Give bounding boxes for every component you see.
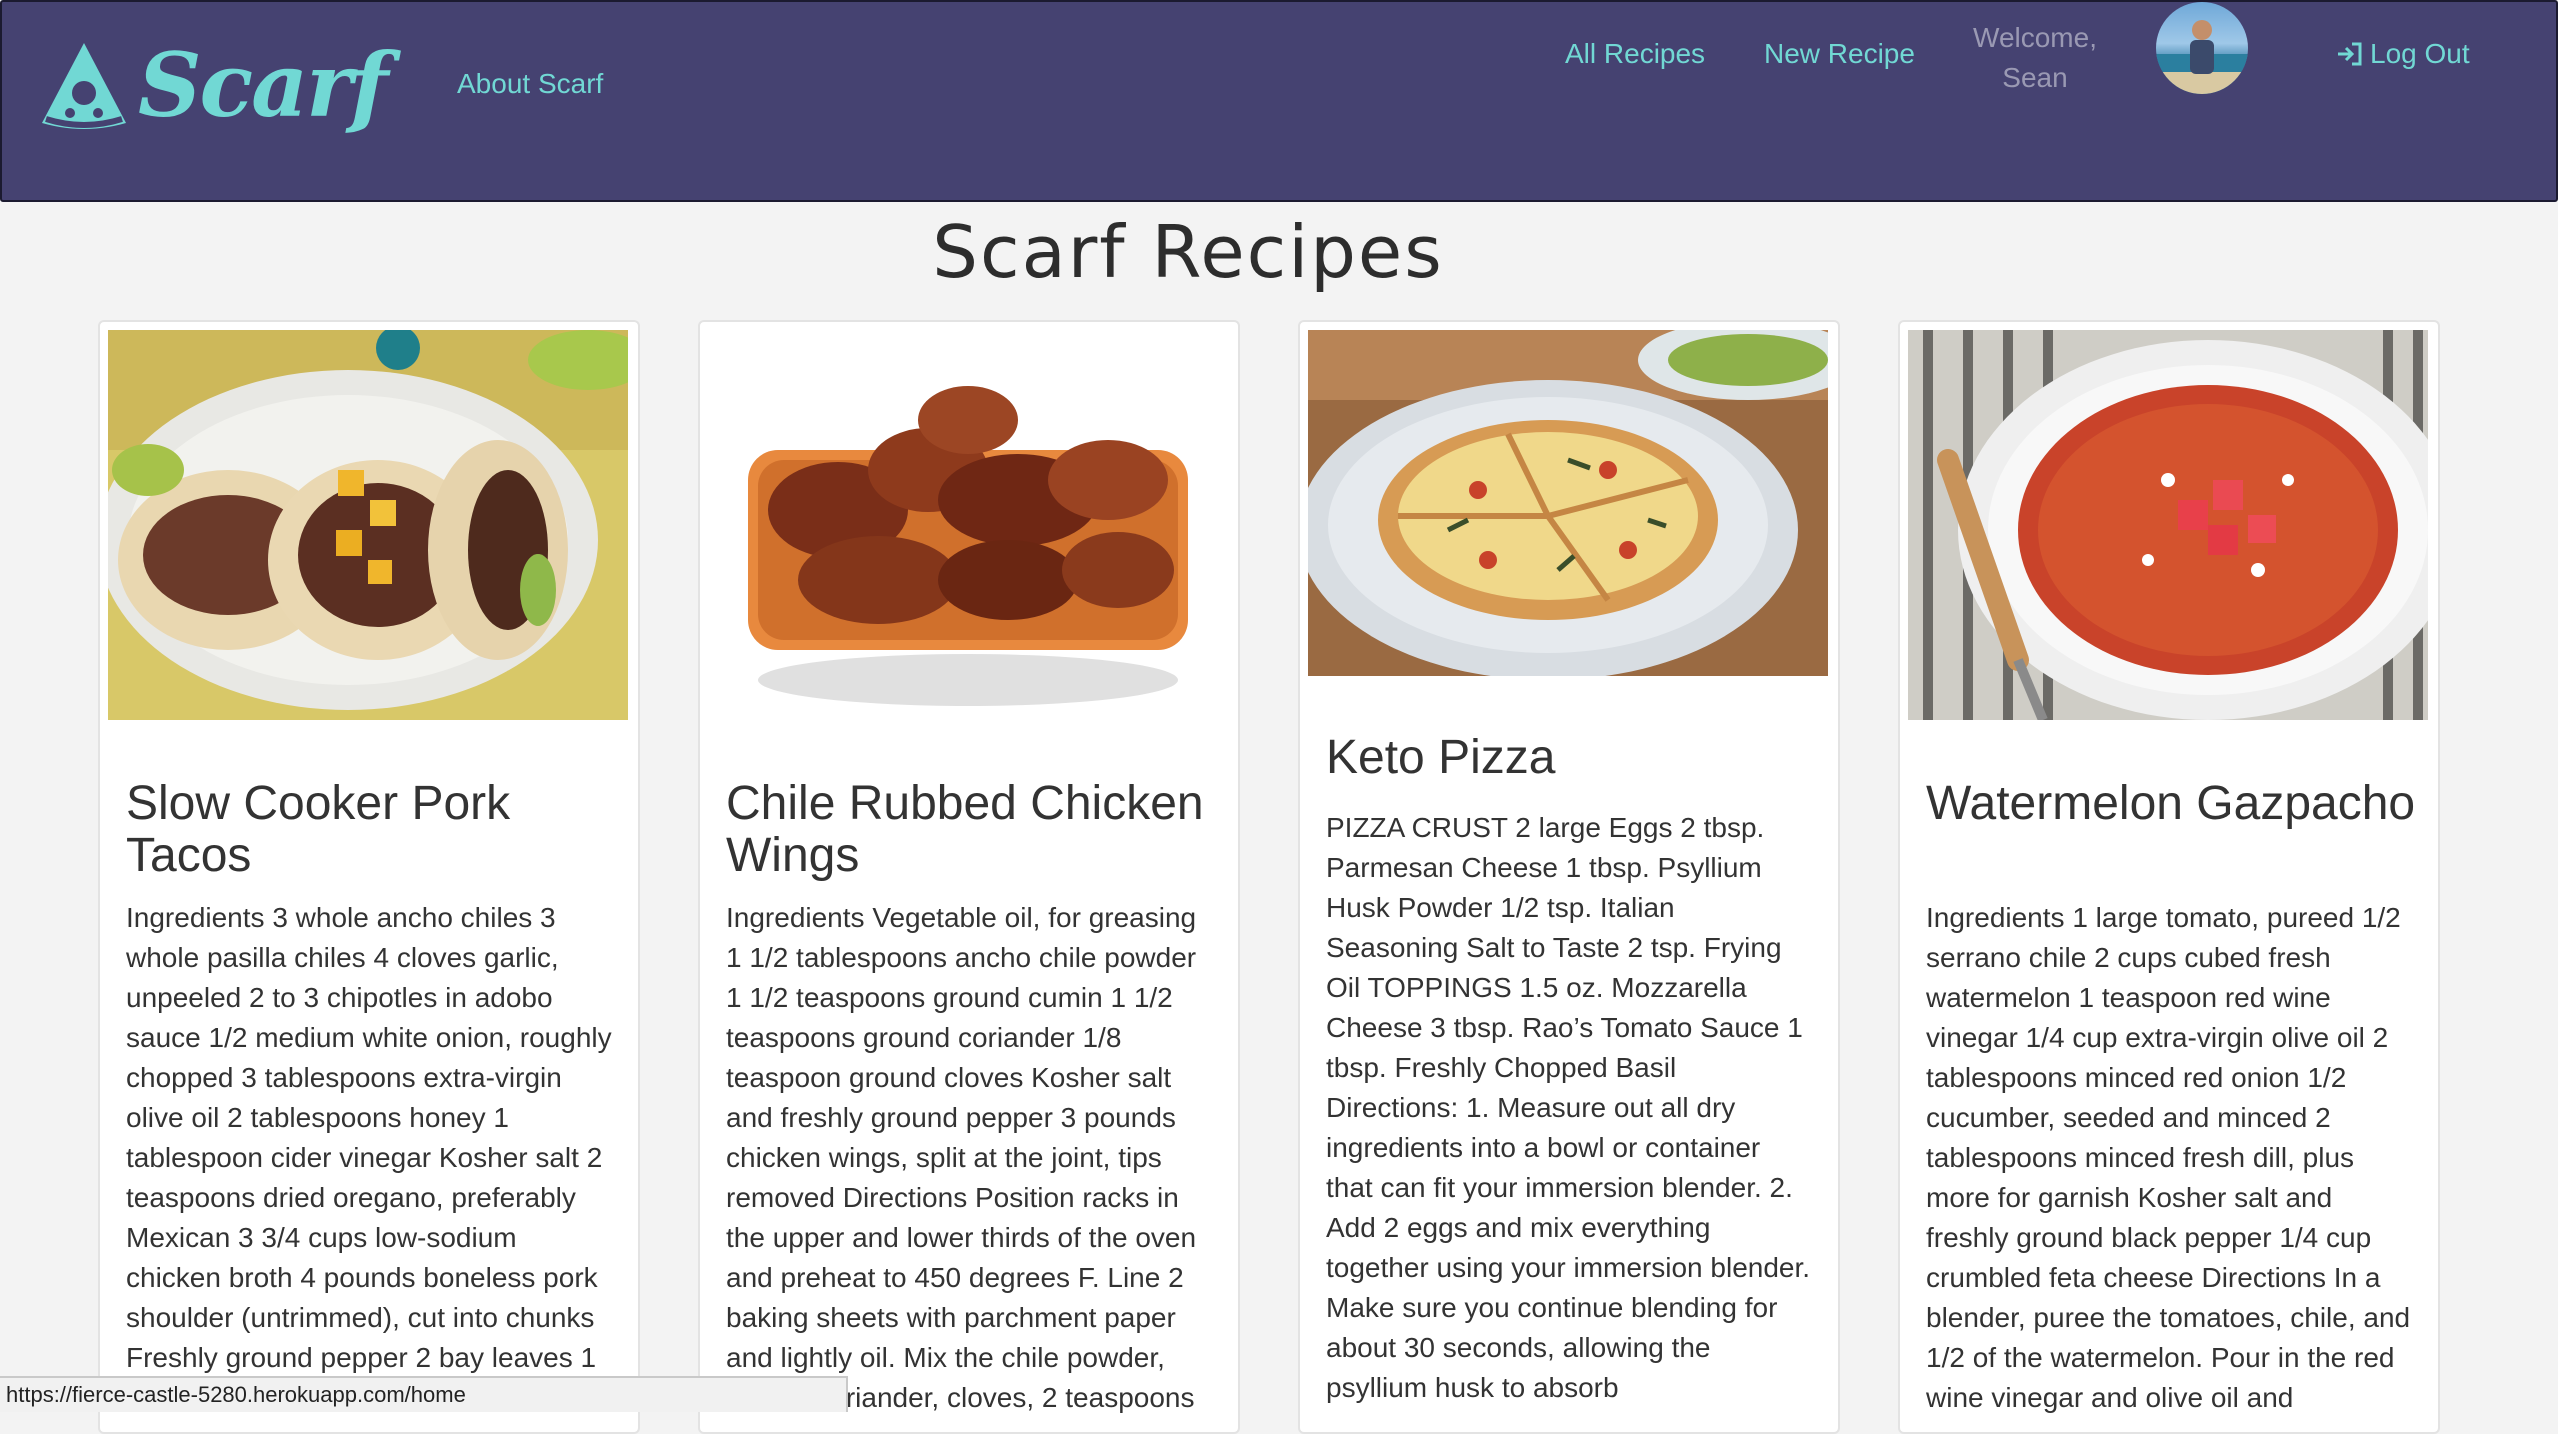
nav-new-recipe[interactable]: New Recipe	[1764, 38, 1915, 70]
browser-status-url: https://fierce-castle-5280.herokuapp.com…	[0, 1376, 848, 1412]
avatar[interactable]	[2156, 2, 2248, 94]
sign-out-icon	[2338, 42, 2362, 66]
recipe-description: Ingredients 1 large tomato, pureed 1/2 s…	[1926, 902, 2411, 1413]
recipe-card[interactable]: Chile Rubbed Chicken Wings Ingredients V…	[698, 320, 1240, 1434]
avatar-photo	[2156, 20, 2248, 94]
navbar: Scarf About Scarf All Recipes New Recipe…	[0, 0, 2558, 202]
recipe-description: Ingredients Vegetable oil, for greasing …	[726, 902, 1197, 1413]
pizza-slice-icon	[42, 43, 126, 129]
logout-label: Log Out	[2370, 38, 2470, 69]
recipe-title[interactable]: Watermelon Gazpacho	[1926, 778, 2418, 830]
recipe-description: Ingredients 3 whole ancho chiles 3 whole…	[126, 902, 612, 1373]
recipe-card[interactable]: Watermelon Gazpacho Ingredients 1 large …	[1898, 320, 2440, 1434]
recipe-image[interactable]	[1308, 330, 1828, 676]
page-title: Scarf Recipes	[932, 210, 1444, 294]
nav-all-recipes[interactable]: All Recipes	[1565, 38, 1705, 70]
recipe-description: PIZZA CRUST 2 large Eggs 2 tbsp. Parmesa…	[1326, 812, 1811, 1403]
recipe-card[interactable]: Keto Pizza PIZZA CRUST 2 large Eggs 2 tb…	[1298, 320, 1840, 1434]
recipe-card[interactable]: Slow Cooker Pork Tacos Ingredients 3 who…	[98, 320, 640, 1434]
recipe-title[interactable]: Chile Rubbed Chicken Wings	[726, 778, 1218, 882]
welcome-text: Welcome, Sean	[1973, 22, 2097, 93]
recipe-image[interactable]	[1908, 330, 2428, 720]
recipe-image[interactable]	[108, 330, 628, 720]
recipe-title[interactable]: Slow Cooker Pork Tacos	[126, 778, 618, 882]
nav-about[interactable]: About Scarf	[457, 68, 603, 100]
brand-name: Scarf	[138, 33, 388, 137]
recipe-image[interactable]	[708, 330, 1228, 730]
recipe-title[interactable]: Keto Pizza	[1326, 732, 1818, 784]
brand-logo[interactable]: Scarf	[36, 30, 388, 140]
logout-link[interactable]: Log Out	[2334, 38, 2470, 70]
